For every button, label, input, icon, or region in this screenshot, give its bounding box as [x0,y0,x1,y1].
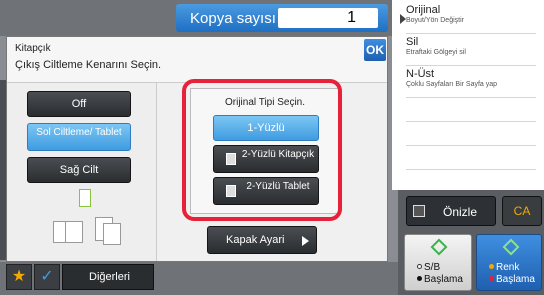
binding-off-button[interactable]: Off [27,91,131,117]
preview-button[interactable]: Önizle [406,196,496,226]
color-line2: Başlama [496,274,535,285]
binding-right-button[interactable]: Sağ Cilt [27,157,131,183]
side-item-original[interactable]: Orijinal Boyut/Yön Değiştir [406,4,536,34]
side-item-subtitle: Boyut/Yön Değiştir [406,17,464,24]
side-item-empty [406,100,536,122]
side-item-title: N-Üst [406,68,435,80]
dot-icon [489,264,494,269]
dialog-title: Kitapçık [15,43,51,54]
side-item-title: Orijinal [406,4,441,16]
binding-left-button[interactable]: Sol Ciltleme/ Tablet [27,123,131,151]
start-icon [502,238,520,256]
bw-line1: S/B [424,262,441,273]
preview-label: Önizle [443,205,478,219]
arrow-right-icon [302,236,309,246]
binding-options: Off Sol Ciltleme/ Tablet Sağ Cilt [7,83,157,261]
stack-icon [79,189,91,207]
side-item-empty [406,124,536,146]
highlight-frame [182,79,342,221]
dot-icon [489,276,494,281]
bw-line2: Başlama [424,274,463,285]
copy-count-label: Kopya sayısı [190,10,276,27]
page-icon [65,221,83,243]
side-item-n-up[interactable]: N-Üst Çoklu Sayfaları Bir Sayfa yap [406,68,536,98]
side-item-erase[interactable]: Sil Etraftaki Gölgeyi sil [406,36,536,66]
preview-icon [413,205,425,217]
copy-count-box[interactable]: Kopya sayısı 1 [176,4,388,32]
start-icon [430,238,448,256]
side-item-empty [406,148,536,170]
check-icon[interactable]: ✓ [34,264,60,290]
dialog-header: Kitapçık Çıkış Ciltleme Kenarını Seçin. … [7,37,387,83]
star-icon[interactable]: ★ [6,264,32,290]
color-line1: Renk [496,262,520,273]
dialog-subtitle: Çıkış Ciltleme Kenarını Seçin. [15,59,162,71]
dot-icon [417,276,422,281]
copy-count-value[interactable]: 1 [278,8,378,28]
page-icon [103,223,121,245]
color-start-label: Renk Başlama [489,262,535,286]
cover-settings-label: Kapak Ayari [226,234,285,246]
others-button[interactable]: Diğerleri [62,264,154,290]
side-item-subtitle: Etraftaki Gölgeyi sil [406,49,466,56]
side-item-title: Sil [406,36,419,48]
dot-icon [417,264,422,269]
bw-start-button[interactable]: S/B Başlama [404,234,472,291]
bw-start-label: S/B Başlama [417,262,463,286]
cover-settings-button[interactable]: Kapak Ayari [207,226,317,254]
color-start-button[interactable]: Renk Başlama [476,234,542,291]
side-item-subtitle: Çoklu Sayfaları Bir Sayfa yap [406,81,498,88]
side-panel: Orijinal Boyut/Yön Değiştir Sil Etraftak… [392,0,544,190]
clear-all-button[interactable]: CA [502,196,542,226]
ok-button[interactable]: OK [364,39,386,61]
